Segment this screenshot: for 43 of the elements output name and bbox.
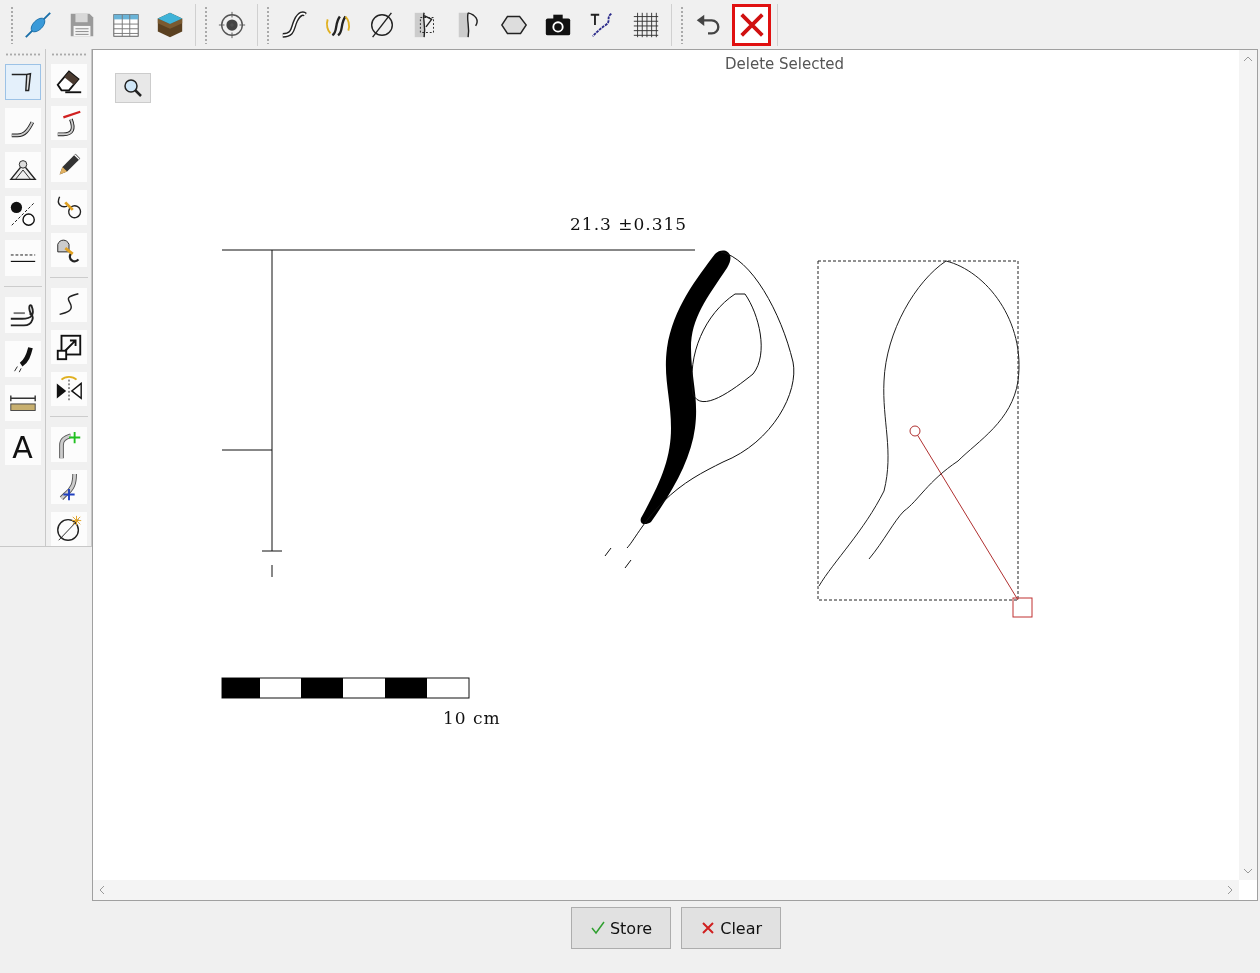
- toolbar-grip[interactable]: [266, 5, 270, 44]
- pen-icon: [22, 9, 53, 40]
- toolbar-grip[interactable]: [10, 5, 14, 44]
- rotation-handle[interactable]: [909, 425, 1033, 618]
- measurement-label: 21.3 ±0.315: [570, 214, 688, 234]
- text-tool-button[interactable]: A: [4, 429, 41, 465]
- rim-curve-button[interactable]: [4, 108, 41, 144]
- ruler-button[interactable]: [4, 385, 41, 421]
- dot-circle-button[interactable]: [4, 196, 41, 232]
- check-icon: [589, 920, 606, 936]
- s-curve-button[interactable]: [50, 287, 87, 323]
- target-icon: [216, 9, 247, 40]
- mirror-button[interactable]: [50, 372, 87, 407]
- cross-icon: [700, 920, 717, 936]
- up-chevron-icon[interactable]: [1243, 56, 1253, 62]
- eraser-button[interactable]: [50, 63, 87, 99]
- left-chevron-icon[interactable]: [99, 885, 105, 895]
- add-point-button[interactable]: [50, 427, 87, 462]
- horizontal-scrollbar[interactable]: [93, 880, 1239, 900]
- zoom-button[interactable]: [115, 73, 151, 103]
- clear-button[interactable]: Clear: [681, 907, 782, 949]
- circle-star-button[interactable]: [50, 511, 87, 547]
- rim-line-button[interactable]: [4, 297, 41, 333]
- handle-join-button[interactable]: [50, 190, 87, 225]
- tooltip-text: Delete Selected: [725, 55, 845, 73]
- handle-button[interactable]: [4, 152, 41, 188]
- delete-button[interactable]: [732, 3, 771, 46]
- right-chevron-icon[interactable]: [1227, 885, 1233, 895]
- toolbar-grip[interactable]: [680, 5, 684, 44]
- section-button[interactable]: [4, 341, 41, 377]
- vertical-scrollbar[interactable]: [1239, 50, 1257, 880]
- scale-label: 10 cm: [443, 708, 501, 728]
- rim-cut-button[interactable]: [50, 106, 87, 141]
- toolbar-grip[interactable]: [204, 5, 208, 44]
- store-button[interactable]: Store: [570, 907, 672, 949]
- double-line-button[interactable]: [4, 240, 41, 276]
- down-chevron-icon[interactable]: [1243, 868, 1253, 874]
- resize-button[interactable]: [50, 330, 87, 365]
- move-point-button[interactable]: [50, 469, 87, 504]
- pencil-button[interactable]: [50, 148, 87, 183]
- magnifier-icon: [123, 78, 143, 98]
- profile-tool-button[interactable]: [4, 64, 41, 100]
- handle-attach-button[interactable]: [50, 232, 87, 267]
